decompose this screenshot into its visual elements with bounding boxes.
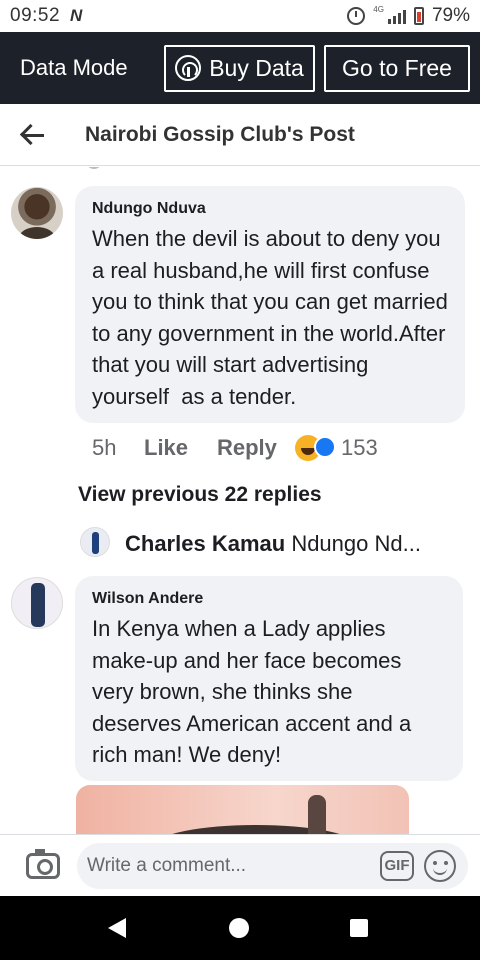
emoji-icon[interactable] (424, 849, 456, 882)
alarm-icon (347, 7, 366, 25)
comment-text: In Kenya when a Lady applies make-up and… (92, 616, 418, 767)
comment-text: When the devil is about to deny you a re… (92, 226, 454, 409)
photo-content (156, 825, 356, 834)
back-arrow-icon[interactable] (20, 121, 48, 149)
nav-recents-icon[interactable] (350, 919, 368, 937)
go-to-free-button[interactable]: Go to Free (324, 44, 470, 92)
buy-data-label: Buy Data (209, 54, 304, 81)
carrier-logo-icon: N (70, 6, 83, 25)
data-mode-label: Data Mode (20, 55, 128, 80)
comment-time: 5h (92, 435, 117, 460)
comment-input[interactable] (87, 854, 367, 877)
reply-text: Ndungo Nd... (291, 531, 421, 556)
latest-reply-preview[interactable]: Charles Kamau Ndungo Nd... (125, 531, 445, 557)
signal-icon (387, 8, 406, 24)
nav-home-icon[interactable] (229, 918, 249, 938)
page-title: Nairobi Gossip Club's Post (85, 122, 355, 146)
comment-author[interactable]: Wilson Andere (92, 590, 447, 608)
comment-composer: GIF (0, 834, 480, 896)
reply-button[interactable]: Reply (217, 435, 295, 461)
camera-icon[interactable] (26, 848, 60, 879)
battery-percent: 79% (431, 5, 470, 26)
comments-list[interactable]: Ndungo Nduva When the devil is about to … (0, 167, 480, 834)
reply-author[interactable]: Charles Kamau (125, 531, 285, 556)
nav-back-icon[interactable] (108, 918, 126, 938)
buy-data-button[interactable]: Buy Data (164, 44, 315, 92)
photo-content (308, 795, 326, 834)
avatar[interactable] (11, 577, 63, 629)
previous-comment-stub (86, 167, 102, 169)
android-nav-bar (0, 896, 480, 960)
avatar[interactable] (80, 527, 110, 557)
comment-actions: 5h Like Reply 153 (92, 433, 378, 463)
comment-input-wrapper[interactable]: GIF (77, 842, 468, 889)
lte-icon: 4G (373, 5, 384, 14)
data-mode-bar: Data Mode Buy Data Go to Free (0, 32, 480, 104)
comment-bubble[interactable]: Wilson Andere In Kenya when a Lady appli… (75, 576, 463, 781)
view-previous-replies-link[interactable]: View previous 22 replies (78, 483, 322, 507)
comment-photo[interactable] (76, 785, 409, 834)
post-header: Nairobi Gossip Club's Post (0, 104, 480, 166)
status-bar: 09:52 N 4G 79% (0, 0, 480, 32)
comment-bubble[interactable]: Ndungo Nduva When the devil is about to … (75, 186, 465, 423)
status-time: 09:52 (10, 5, 61, 26)
comment-author[interactable]: Ndungo Nduva (92, 200, 449, 218)
like-button[interactable]: Like (144, 435, 217, 461)
reaction-count[interactable]: 153 (341, 435, 378, 461)
go-to-free-label: Go to Free (342, 54, 452, 81)
battery-icon (413, 7, 424, 25)
like-icon (314, 436, 336, 458)
reactions[interactable] (295, 435, 341, 461)
broadcast-icon (175, 55, 202, 81)
status-icons: 4G 79% (347, 5, 470, 27)
gif-icon[interactable]: GIF (380, 850, 414, 881)
avatar[interactable] (11, 187, 63, 239)
